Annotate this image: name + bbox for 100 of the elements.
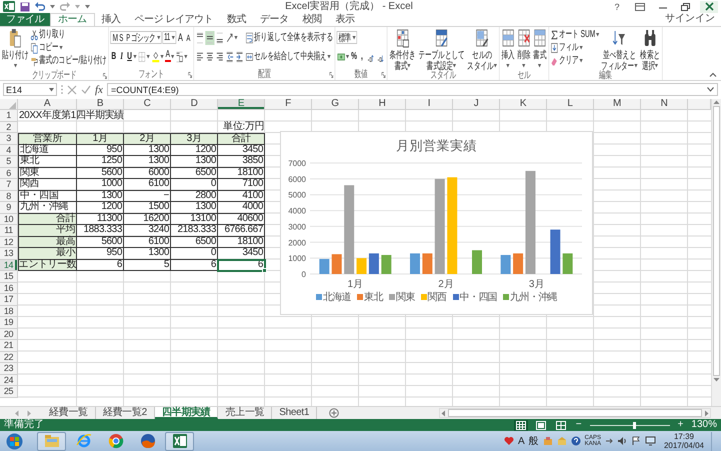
dialog-launcher-icon[interactable] — [381, 72, 386, 78]
caret-icon[interactable] — [156, 36, 160, 40]
save-icon[interactable] — [20, 2, 30, 12]
column-header[interactable]: D — [171, 99, 218, 110]
column-header[interactable]: A — [18, 99, 77, 110]
clock[interactable]: 17:39 2017/04/04 — [664, 432, 704, 450]
formula-field[interactable]: =COUNT(E4:E9) — [106, 83, 718, 96]
row-header[interactable]: 14 — [0, 260, 18, 271]
caret-icon[interactable] — [596, 32, 600, 36]
combo-box[interactable]: 標準 — [336, 31, 358, 44]
close-icon[interactable] — [704, 2, 714, 11]
flag-icon[interactable] — [630, 436, 641, 446]
number-format-button[interactable]: % — [350, 50, 358, 63]
insert-button[interactable]: 挿入 — [500, 28, 516, 70]
heart-icon[interactable] — [504, 436, 514, 446]
column-header[interactable]: I — [406, 99, 453, 110]
caret-icon[interactable] — [579, 46, 583, 50]
collapse-icon[interactable] — [709, 72, 717, 77]
format-button[interactable]: I — [118, 50, 126, 63]
column-header[interactable]: J — [453, 99, 500, 110]
row-header[interactable]: 16 — [0, 282, 18, 294]
caret-icon[interactable] — [346, 54, 350, 58]
zoom-out-button[interactable]: − — [576, 420, 582, 430]
row-header[interactable]: 15 — [0, 271, 18, 282]
speaker-icon[interactable] — [616, 436, 627, 446]
dialog-launcher-icon[interactable] — [102, 73, 107, 79]
caret-icon[interactable] — [408, 64, 411, 68]
scroll-thumb[interactable] — [448, 409, 702, 417]
format-button[interactable]: B — [110, 50, 118, 63]
caret-icon[interactable] — [133, 54, 136, 58]
caret-icon[interactable] — [234, 36, 238, 40]
insert-function-button[interactable]: fx — [95, 84, 103, 96]
row-header[interactable]: 22 — [0, 352, 18, 363]
ribbon-tab[interactable]: 数式 — [220, 13, 253, 26]
fill-color-button[interactable] — [151, 50, 164, 64]
caret-icon[interactable] — [59, 46, 63, 50]
ribbon-tab[interactable]: 表示 — [328, 13, 362, 26]
column-header[interactable]: H — [359, 99, 406, 110]
column-header[interactable]: B — [77, 99, 124, 110]
column-header[interactable]: L — [547, 99, 594, 110]
caret-icon[interactable] — [160, 54, 164, 58]
dialog-launcher-icon[interactable] — [188, 72, 192, 78]
row-header[interactable]: 4 — [0, 144, 18, 156]
scroll-left-icon[interactable] — [440, 410, 446, 416]
caret-icon[interactable] — [146, 54, 150, 58]
dialog-launcher-icon[interactable] — [329, 72, 334, 78]
combo-box[interactable]: 11 — [162, 31, 176, 44]
caret-icon[interactable] — [655, 64, 658, 68]
sheet-tab[interactable]: 四半期実績 — [154, 407, 218, 419]
vertical-scrollbar[interactable] — [711, 99, 721, 406]
name-box[interactable]: E14 — [3, 83, 57, 96]
column-header[interactable]: N — [641, 99, 688, 110]
cell-style-button[interactable]: セルの スタイル — [466, 28, 498, 70]
caret-icon[interactable] — [579, 58, 583, 62]
caret-icon[interactable] — [184, 54, 188, 58]
help-button[interactable]: ? — [608, 0, 626, 12]
caret-icon[interactable] — [494, 64, 497, 68]
caret-icon[interactable] — [453, 64, 456, 68]
taskbar-button[interactable] — [165, 432, 194, 450]
merge-button[interactable]: セルを結合して中央揃え — [246, 50, 331, 63]
row-header[interactable]: 24 — [0, 374, 18, 386]
row-header[interactable]: 25 — [0, 386, 18, 398]
check-icon[interactable] — [81, 84, 91, 94]
phonetic-button[interactable] — [174, 50, 188, 64]
ribbon-tab[interactable]: 校閲 — [295, 13, 328, 26]
caret-icon[interactable] — [538, 64, 542, 68]
column-header[interactable]: C — [124, 99, 171, 110]
caret-icon[interactable] — [50, 4, 55, 8]
ribbon-tab[interactable]: データ — [252, 13, 296, 26]
format-painter-button[interactable]: 書式のコピー/貼り付け — [30, 54, 107, 67]
caret-icon[interactable] — [634, 64, 638, 68]
font-size-button[interactable]: A — [184, 31, 192, 44]
combo-box[interactable]: ＭＳ Ｐゴシック — [110, 31, 162, 44]
indent-button[interactable] — [225, 50, 234, 64]
row-header[interactable]: 6 — [0, 168, 18, 179]
caret-icon[interactable] — [49, 88, 54, 92]
align-button[interactable] — [195, 30, 205, 44]
row-header[interactable]: 5 — [0, 156, 18, 168]
caret-icon[interactable] — [506, 64, 510, 68]
view-button[interactable] — [534, 420, 548, 430]
row-header[interactable]: 21 — [0, 340, 18, 352]
row-header[interactable]: 8 — [0, 190, 18, 202]
maximize-icon[interactable] — [680, 2, 692, 12]
fill-button[interactable]: フィル — [550, 41, 583, 54]
delete-button[interactable]: 削除 — [516, 28, 532, 70]
help-icon[interactable] — [570, 436, 581, 446]
ribbon-tab[interactable]: ホーム — [50, 13, 94, 26]
row-header[interactable]: 9 — [0, 202, 18, 214]
font-color-button[interactable]: A — [164, 50, 171, 63]
horizontal-scrollbar[interactable] — [439, 408, 711, 418]
row-header[interactable]: 18 — [0, 306, 18, 317]
view-button[interactable] — [514, 420, 528, 430]
wrap-text-button[interactable]: 折り返して全体を表示する — [246, 31, 334, 44]
sort-button[interactable]: 並べ替えと フィルター — [600, 28, 638, 70]
start-orb-icon[interactable] — [6, 432, 22, 450]
ribbon-tab[interactable]: 挿入 — [94, 13, 128, 26]
column-header[interactable]: M — [594, 99, 641, 110]
row-header[interactable]: 12 — [0, 236, 18, 248]
scroll-right-icon[interactable] — [704, 410, 710, 416]
format-button[interactable]: 書式 — [532, 28, 548, 70]
